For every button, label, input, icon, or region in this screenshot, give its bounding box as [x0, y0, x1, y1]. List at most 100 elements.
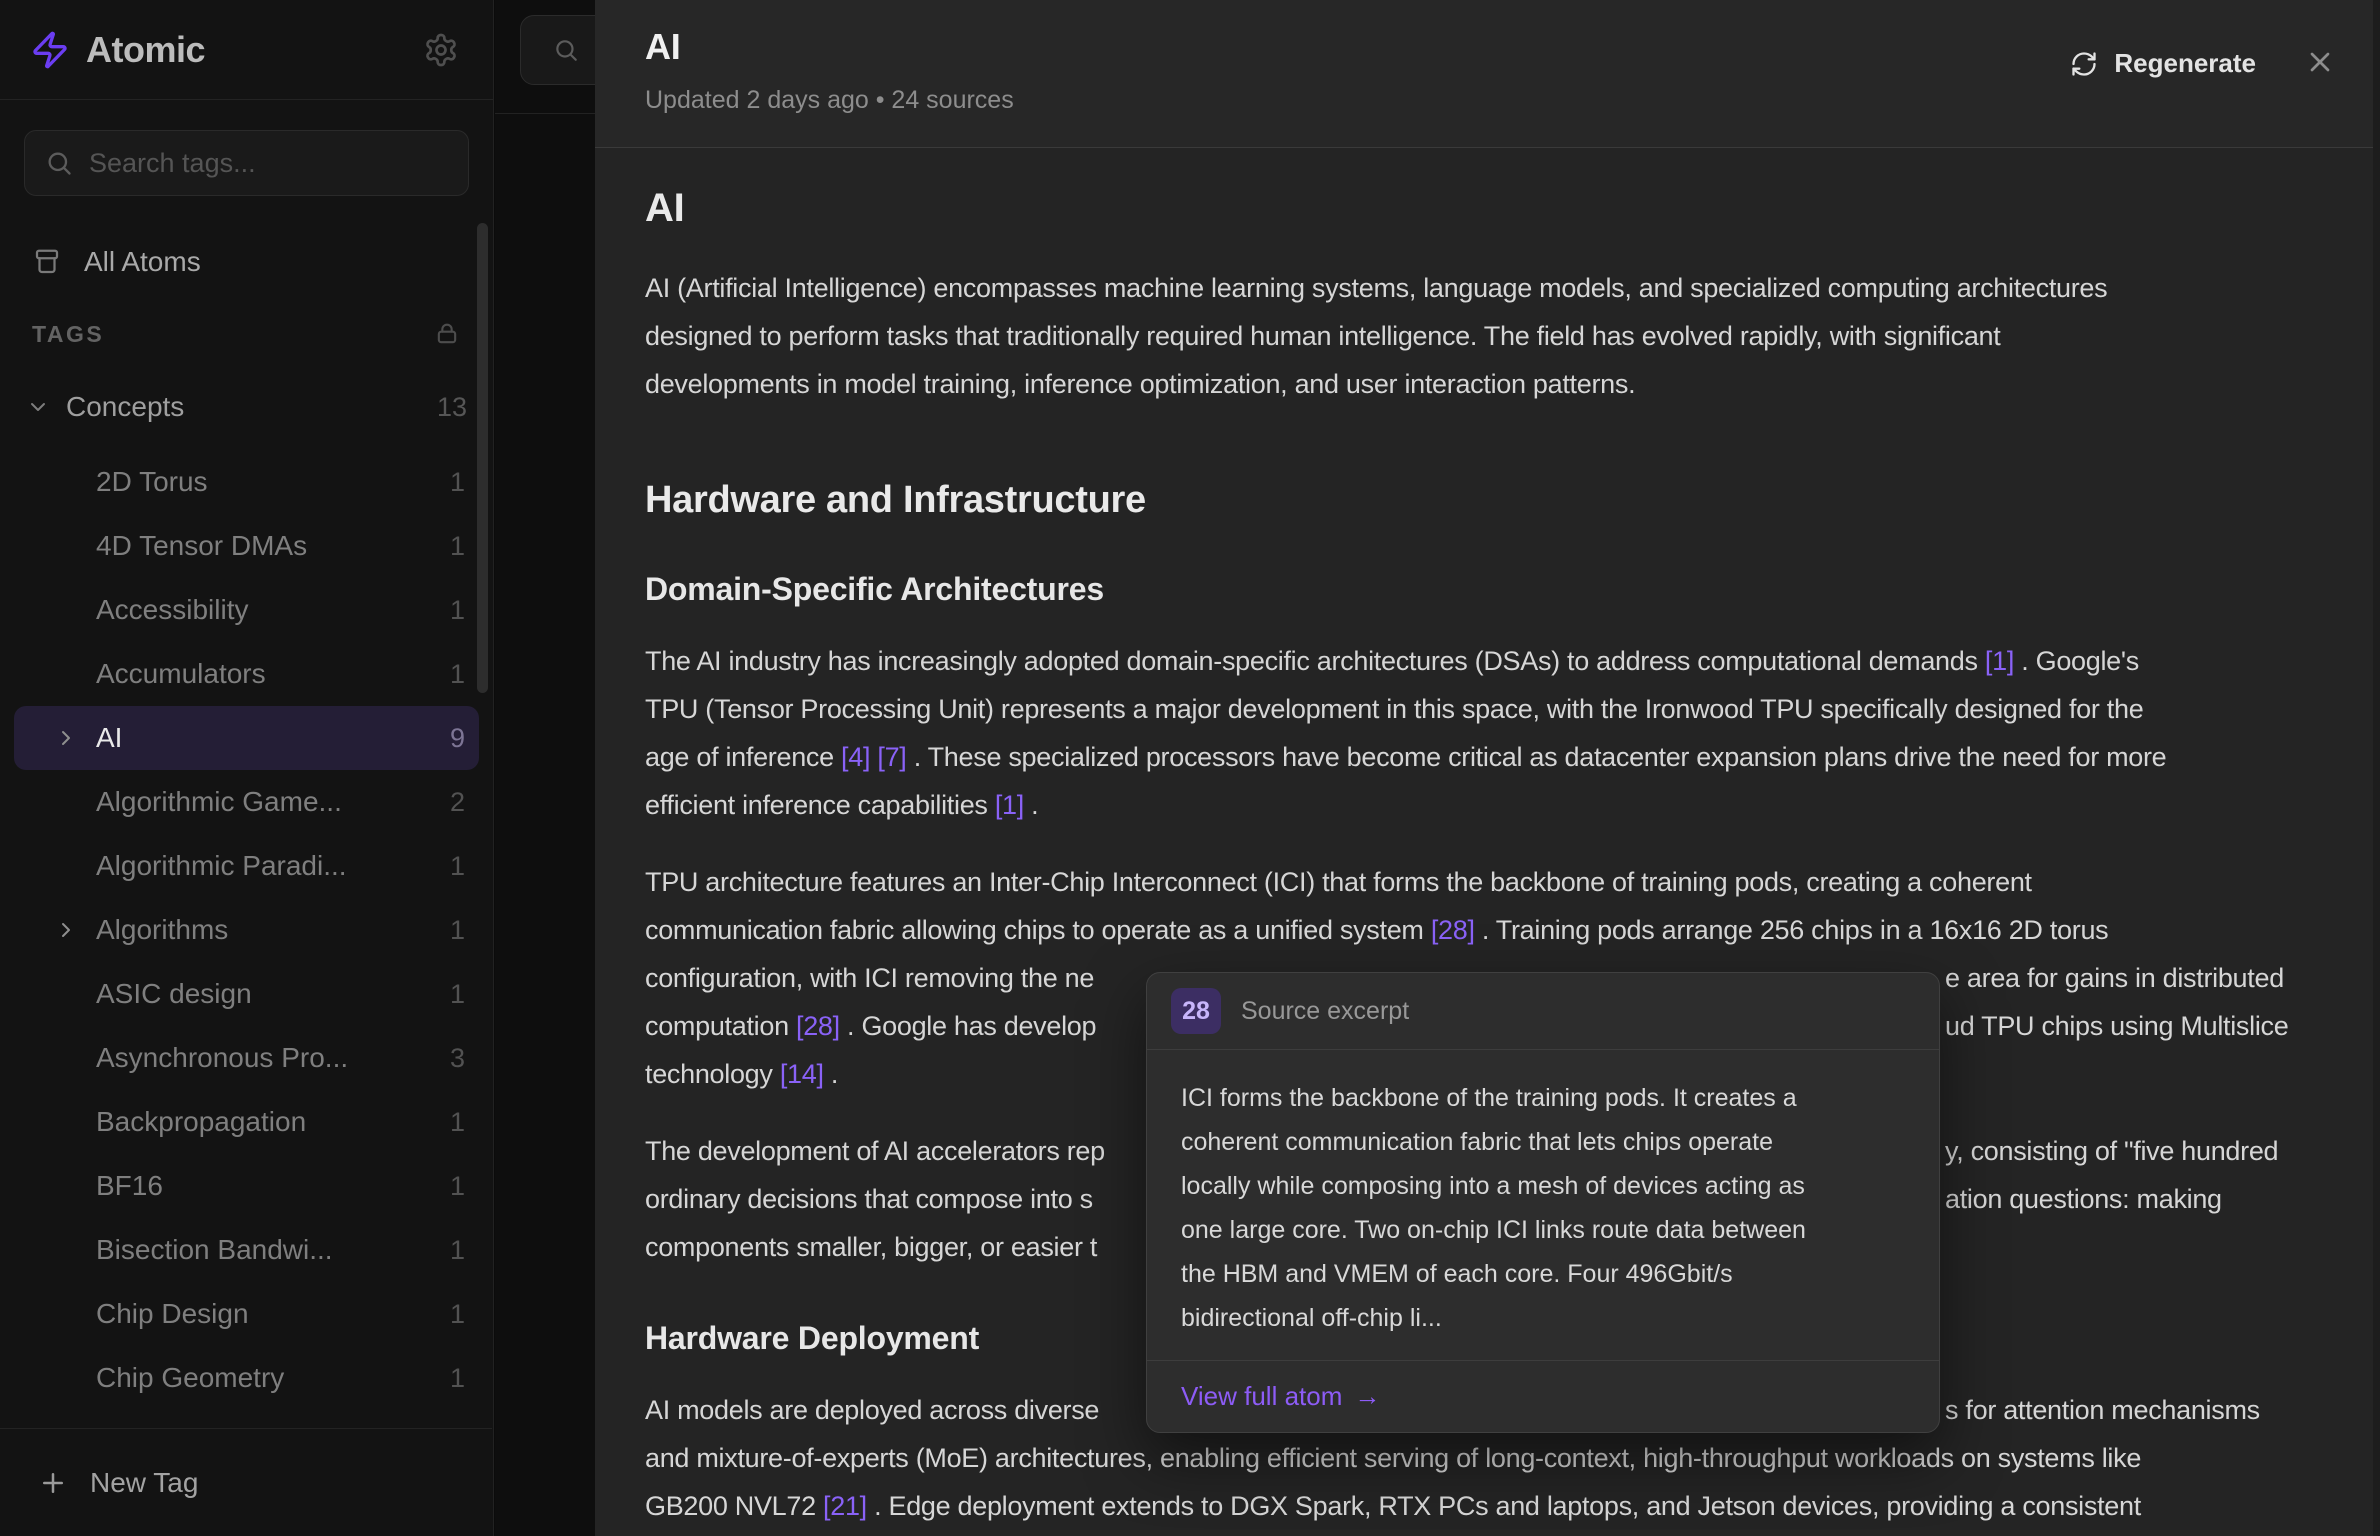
chevron-right-icon	[54, 726, 84, 750]
regenerate-label: Regenerate	[2114, 48, 2256, 79]
sidebar-search[interactable]	[24, 130, 469, 196]
popover-label: Source excerpt	[1241, 997, 1409, 1026]
gear-icon[interactable]	[423, 32, 459, 68]
sidebar-tag-algorithms[interactable]: Algorithms1	[14, 898, 479, 962]
article-paragraph: The AI industry has increasingly adopted…	[645, 637, 2335, 829]
sidebar-tag-accumulators[interactable]: Accumulators1	[14, 642, 479, 706]
page-title: AI	[645, 26, 2070, 68]
citation-link[interactable]: [7]	[877, 742, 906, 772]
citation-badge: 28	[1171, 988, 1221, 1034]
tag-label: Backpropagation	[96, 1106, 450, 1138]
article-line: designed to perform tasks that tradition…	[645, 312, 2335, 360]
tag-label: Chip Design	[96, 1298, 450, 1330]
divider	[495, 113, 595, 114]
excerpt-line: ICI forms the backbone of the training p…	[1181, 1076, 1915, 1120]
citation-link[interactable]: [14]	[780, 1059, 824, 1089]
refresh-icon	[2070, 50, 2098, 78]
tag-label: Algorithmic Game...	[96, 786, 450, 818]
sidebar-scrollbar-thumb[interactable]	[477, 223, 488, 693]
citation-link[interactable]: [1]	[1985, 646, 2014, 676]
article-line: communication fabric allowing chips to o…	[645, 906, 2335, 954]
sidebar-tag-accessibility[interactable]: Accessibility1	[14, 578, 479, 642]
page-subtitle: Updated 2 days ago • 24 sources	[645, 86, 2070, 115]
scrollbar-gutter[interactable]	[2373, 0, 2380, 1536]
tag-label: Chip Geometry	[96, 1362, 450, 1394]
tag-count: 1	[450, 467, 465, 498]
excerpt-line: coherent communication fabric that lets …	[1181, 1120, 1915, 1164]
article-line: GB200 NVL72 [21] . Edge deployment exten…	[645, 1482, 2335, 1530]
sidebar-tag-4d-tensor-dmas[interactable]: 4D Tensor DMAs1	[14, 514, 479, 578]
sidebar: Atomic All Atoms TAGS Concepts 13 2D Tor…	[0, 0, 494, 1536]
article-line: TPU (Tensor Processing Unit) represents …	[645, 685, 2335, 733]
citation-link[interactable]: [28]	[796, 1011, 840, 1041]
tags-section-header: TAGS	[24, 320, 469, 348]
tag-count: 9	[450, 723, 465, 754]
tag-count: 1	[450, 915, 465, 946]
citation-link[interactable]: [28]	[1431, 915, 1475, 945]
chevron-down-icon	[26, 395, 52, 419]
search-icon	[553, 37, 579, 63]
excerpt-line: the HBM and VMEM of each core. Four 496G…	[1181, 1252, 1915, 1296]
plus-icon	[38, 1468, 68, 1498]
new-tag-label: New Tag	[90, 1467, 198, 1499]
citation-link[interactable]: [4]	[841, 742, 870, 772]
tag-count: 1	[450, 1171, 465, 1202]
tag-label: Algorithmic Paradi...	[96, 850, 450, 882]
sidebar-tag-asic-design[interactable]: ASIC design1	[14, 962, 479, 1026]
sidebar-tag-chip-design[interactable]: Chip Design1	[14, 1282, 479, 1346]
tag-list: 2D Torus14D Tensor DMAs1Accessibility1Ac…	[14, 450, 479, 1474]
close-icon[interactable]	[2304, 46, 2336, 78]
sidebar-tag-bisection-bandwi[interactable]: Bisection Bandwi...1	[14, 1218, 479, 1282]
article-line: and mixture-of-experts (MoE) architectur…	[645, 1434, 2335, 1482]
tag-count: 1	[450, 531, 465, 562]
citation-link[interactable]: [21]	[823, 1491, 867, 1521]
tag-count: 1	[450, 1107, 465, 1138]
new-tag-button[interactable]: New Tag	[0, 1428, 492, 1536]
article-line: efficient inference capabilities [1] .	[645, 781, 2335, 829]
sidebar-tag-chip-geometry[interactable]: Chip Geometry1	[14, 1346, 479, 1410]
tag-label: 2D Torus	[96, 466, 450, 498]
popover-body: ICI forms the backbone of the training p…	[1147, 1050, 1939, 1360]
arrow-right-icon: →	[1354, 1381, 1380, 1412]
citation-link[interactable]: [1]	[995, 790, 1024, 820]
article-line: The AI industry has increasingly adopted…	[645, 637, 2335, 685]
search-icon	[45, 149, 73, 177]
sidebar-tag-backpropagation[interactable]: Backpropagation1	[14, 1090, 479, 1154]
article-heading: Domain-Specific Architectures	[645, 570, 2335, 608]
view-full-atom-label: View full atom	[1181, 1381, 1342, 1412]
tag-count: 3	[450, 1043, 465, 1074]
sidebar-tag-bf16[interactable]: BF161	[14, 1154, 479, 1218]
tag-label: AI	[96, 722, 450, 754]
popover-footer: View full atom →	[1147, 1360, 1939, 1412]
article-line: developments in model training, inferenc…	[645, 360, 2335, 408]
sidebar-tag-algorithmic-game[interactable]: Algorithmic Game...2	[14, 770, 479, 834]
regenerate-button[interactable]: Regenerate	[2070, 48, 2256, 79]
tag-count: 1	[450, 1235, 465, 1266]
sidebar-tag-2d-torus[interactable]: 2D Torus1	[14, 450, 479, 514]
excerpt-line: one large core. Two on-chip ICI links ro…	[1181, 1208, 1915, 1252]
excerpt-line: bidirectional off-chip li...	[1181, 1296, 1915, 1340]
group-label: Concepts	[66, 391, 437, 423]
tag-label: Accumulators	[96, 658, 450, 690]
article-title: AI	[645, 184, 2335, 232]
view-full-atom-link[interactable]: View full atom →	[1181, 1381, 1380, 1412]
lock-icon[interactable]	[433, 320, 461, 348]
sidebar-tag-algorithmic-paradi[interactable]: Algorithmic Paradi...1	[14, 834, 479, 898]
tag-label: Bisection Bandwi...	[96, 1234, 450, 1266]
search-tags-input[interactable]	[89, 148, 448, 179]
sidebar-tag-ai[interactable]: AI9	[14, 706, 479, 770]
sidebar-tag-asynchronous-pro[interactable]: Asynchronous Pro...3	[14, 1026, 479, 1090]
excerpt-line: locally while composing into a mesh of d…	[1181, 1164, 1915, 1208]
sidebar-group-concepts[interactable]: Concepts 13	[14, 378, 479, 436]
tag-count: 1	[450, 1299, 465, 1330]
detail-panel: AI Updated 2 days ago • 24 sources Regen…	[595, 0, 2380, 1536]
lightning-bolt-logo-icon	[30, 30, 70, 70]
sidebar-item-all-atoms[interactable]: All Atoms	[24, 234, 469, 290]
popover-header: 28 Source excerpt	[1147, 973, 1939, 1050]
tag-count: 1	[450, 659, 465, 690]
tag-label: Asynchronous Pro...	[96, 1042, 450, 1074]
tag-count: 1	[450, 851, 465, 882]
archive-box-icon	[32, 247, 62, 277]
article-paragraph: AI (Artificial Intelligence) encompasses…	[645, 264, 2335, 408]
article-line: AI (Artificial Intelligence) encompasses…	[645, 264, 2335, 312]
